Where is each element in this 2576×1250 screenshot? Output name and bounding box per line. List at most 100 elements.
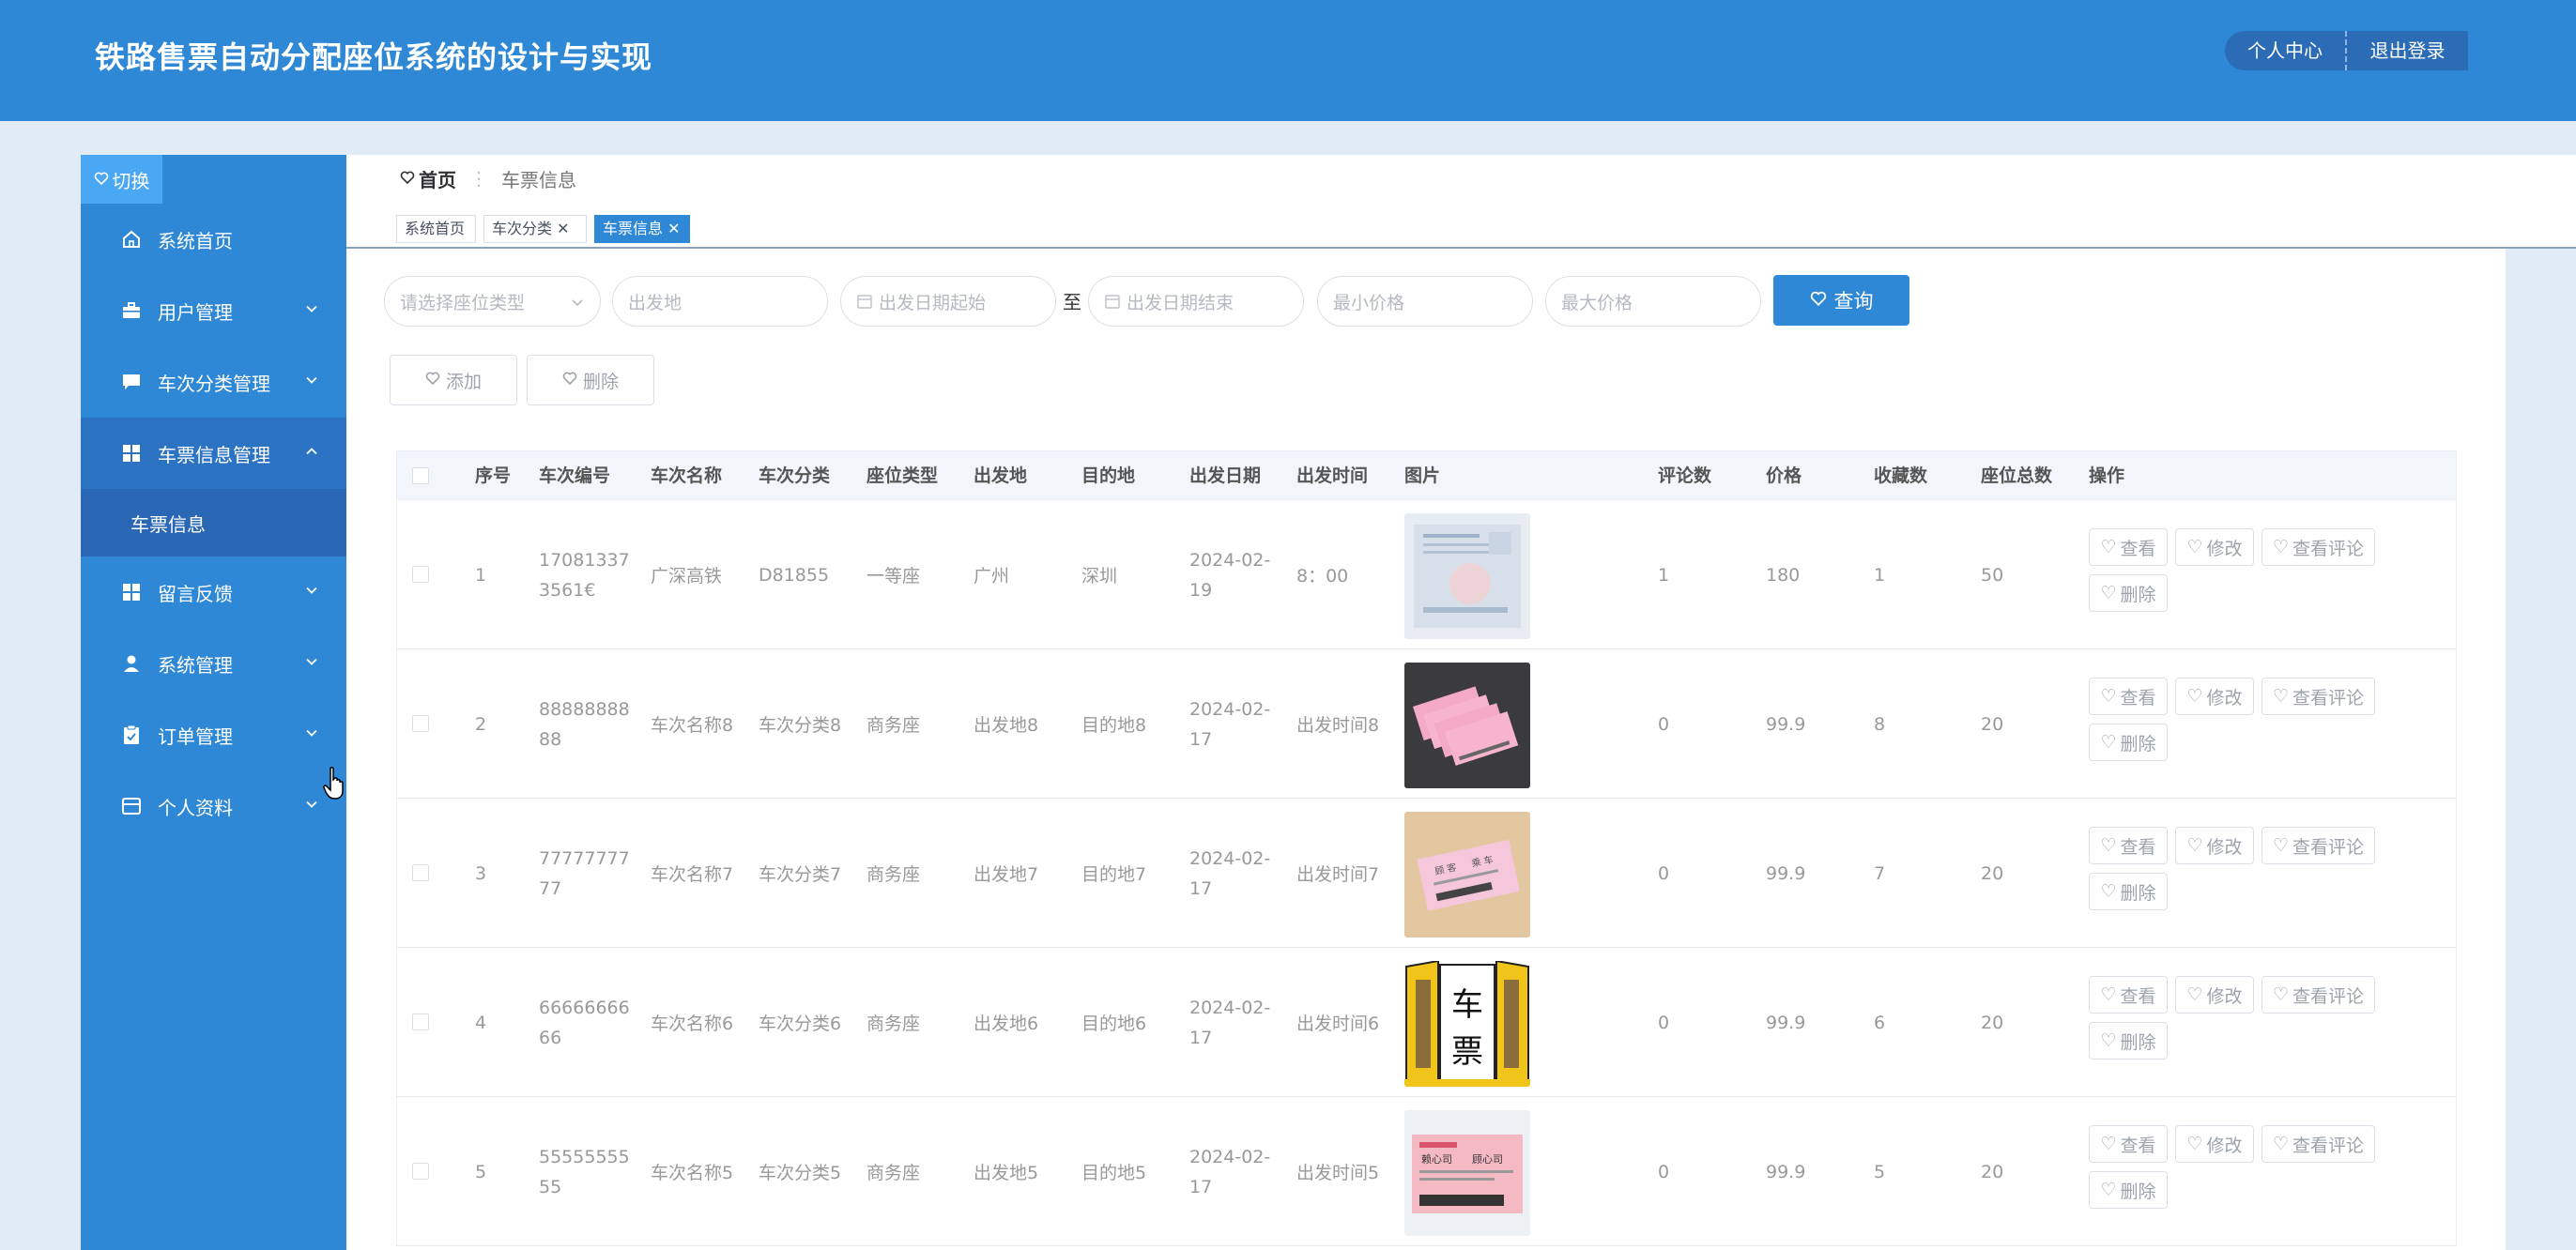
view-comments-button[interactable]: ♡ 查看评论 (2262, 1125, 2375, 1163)
sidebar-item-feedback[interactable]: 留言反馈 (81, 556, 346, 628)
select-all-checkbox[interactable] (412, 467, 429, 484)
cell-date: 2024-02- 17 (1189, 1097, 1270, 1246)
tag-ticket-info[interactable]: 车票信息 ✕ (594, 215, 690, 243)
heart-icon: ♡ (2100, 537, 2117, 557)
logout-button[interactable]: 退出登录 (2347, 31, 2468, 70)
view-button[interactable]: ♡ 查看 (2089, 827, 2168, 864)
heart-icon (425, 370, 440, 390)
sidebar-item-system[interactable]: 系统管理 (81, 628, 346, 699)
heart-icon (562, 370, 577, 390)
table-row: 3 77777777 77 车次名称7 车次分类7 商务座 出发地7 目的地7 2… (396, 799, 2457, 948)
sidebar-item-train-category[interactable]: 车次分类管理 (81, 346, 346, 418)
breadcrumb-home[interactable]: 首页 (400, 165, 456, 192)
batch-delete-button[interactable]: 删除 (527, 355, 654, 405)
chevron-down-icon (570, 294, 585, 309)
cell-date: 2024-02- 17 (1189, 799, 1270, 948)
sidebar-item-orders[interactable]: 订单管理 (81, 699, 346, 770)
add-button[interactable]: 添加 (390, 355, 517, 405)
view-comments-button[interactable]: ♡ 查看评论 (2262, 827, 2375, 864)
view-label: 查看 (2120, 1135, 2156, 1156)
tag-train-category[interactable]: 车次分类 ✕ (483, 215, 587, 243)
ticket-image: 车 票 (1404, 961, 1530, 1087)
edit-button[interactable]: ♡ 修改 (2175, 678, 2254, 715)
close-icon[interactable]: ✕ (552, 220, 569, 237)
delete-row-button[interactable]: ♡ 删除 (2089, 724, 2168, 761)
cell-favorites: 1 (1874, 564, 1886, 586)
row-checkbox[interactable] (412, 864, 429, 881)
sidebar-subitem-ticket-info[interactable]: 车票信息 (81, 489, 346, 556)
column-header: 车次名称 (651, 465, 723, 486)
delete-row-button[interactable]: ♡ 删除 (2089, 1022, 2168, 1059)
edit-button[interactable]: ♡ 修改 (2175, 528, 2254, 566)
sidebar-toggle-button[interactable]: 切换 (81, 155, 162, 204)
heart-icon: ♡ (2186, 984, 2203, 1005)
row-checkbox[interactable] (412, 715, 429, 732)
min-price-input[interactable]: 最小价格 (1317, 276, 1533, 327)
row-checkbox[interactable] (412, 566, 429, 583)
calendar-icon (1104, 293, 1121, 310)
chevron-up-icon (304, 444, 319, 459)
view-comments-button[interactable]: ♡ 查看评论 (2262, 528, 2375, 566)
scroll-gutter (2506, 249, 2576, 1250)
heart-icon: ♡ (2272, 835, 2290, 856)
cell-destination: 深圳 (1081, 566, 1118, 587)
cell-seat-type: 一等座 (866, 566, 921, 587)
heart-icon: ♡ (2186, 686, 2203, 707)
cell-date: 2024-02- 17 (1189, 948, 1270, 1097)
card-icon (120, 795, 143, 817)
view-comments-button[interactable]: ♡ 查看评论 (2262, 976, 2375, 1014)
delete-row-button[interactable]: ♡ 删除 (2089, 873, 2168, 910)
cell-line: 77777777 (539, 847, 630, 869)
row-checkbox[interactable] (412, 1163, 429, 1180)
chevron-down-icon (304, 301, 319, 316)
view-button[interactable]: ♡ 查看 (2089, 976, 2168, 1014)
breadcrumb-separator: ⋮ (469, 167, 488, 190)
sidebar-toggle-label: 切换 (112, 169, 150, 192)
cell-total-seats: 20 (1981, 1012, 2004, 1033)
cell-comments: 1 (1658, 564, 1670, 586)
header-actions: 个人中心 退出登录 (2225, 31, 2468, 70)
tag-system-home[interactable]: 系统首页 (396, 215, 476, 243)
cell-line: 2024-02- (1189, 549, 1271, 571)
column-header: 图片 (1404, 465, 1441, 486)
cell-destination: 目的地7 (1081, 864, 1147, 885)
view-button[interactable]: ♡ 查看 (2089, 1125, 2168, 1163)
sidebar-item-users[interactable]: 用户管理 (81, 275, 346, 346)
cell-price: 99.9 (1766, 1012, 1806, 1033)
view-button[interactable]: ♡ 查看 (2089, 678, 2168, 715)
cell-train-name: 广深高铁 (651, 566, 723, 587)
cell-line: 55555555 (539, 1146, 630, 1167)
close-icon[interactable]: ✕ (663, 220, 680, 237)
edit-button[interactable]: ♡ 修改 (2175, 976, 2254, 1014)
heart-icon: ♡ (2100, 881, 2117, 902)
departure-input[interactable]: 出发地 (612, 276, 828, 327)
sidebar-item-profile[interactable]: 个人资料 (81, 770, 346, 842)
edit-button[interactable]: ♡ 修改 (2175, 827, 2254, 864)
delete-label: 删除 (2120, 584, 2156, 605)
cell-line: 55 (539, 1176, 562, 1197)
sidebar-item-ticket-info[interactable]: 车票信息管理 (81, 418, 346, 489)
delete-label: 删除 (2120, 733, 2156, 755)
row-checkbox[interactable] (412, 1014, 429, 1030)
date-start-picker[interactable]: 出发日期起始 (840, 276, 1056, 327)
delete-row-button[interactable]: ♡ 删除 (2089, 574, 2168, 612)
edit-button[interactable]: ♡ 修改 (2175, 1125, 2254, 1163)
cell-seat-type: 商务座 (866, 1014, 921, 1034)
sidebar-item-label: 车票信息管理 (158, 443, 270, 466)
column-header: 操作 (2089, 465, 2125, 486)
profile-center-button[interactable]: 个人中心 (2225, 31, 2347, 70)
max-price-input[interactable]: 最大价格 (1545, 276, 1761, 327)
sidebar-item-home[interactable]: 系统首页 (81, 204, 346, 275)
chevron-down-icon (304, 373, 319, 388)
tag-label: 车票信息 (603, 220, 664, 237)
column-header: 出发时间 (1296, 465, 1369, 486)
view-button[interactable]: ♡ 查看 (2089, 528, 2168, 566)
cell-price: 99.9 (1766, 862, 1806, 884)
delete-row-button[interactable]: ♡ 删除 (2089, 1171, 2168, 1209)
query-button[interactable]: 查询 (1773, 275, 1909, 326)
seat-type-select[interactable]: 请选择座位类型 (384, 276, 601, 327)
view-comments-button[interactable]: ♡ 查看评论 (2262, 678, 2375, 715)
cell-line: 17 (1189, 877, 1213, 899)
cell-comments: 0 (1658, 713, 1670, 735)
date-end-picker[interactable]: 出发日期结束 (1088, 276, 1304, 327)
